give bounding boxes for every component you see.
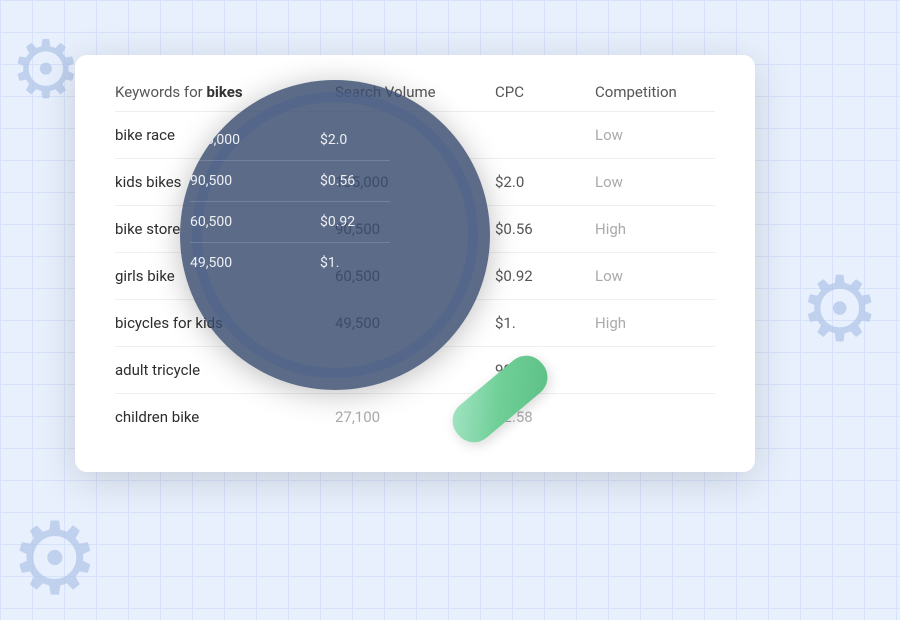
header-competition: Competition (595, 83, 725, 101)
lens-cell-cpc: $1. (320, 255, 390, 271)
lens-row: 135,000 $2.0 (190, 120, 390, 161)
header-cpc: CPC (495, 83, 595, 101)
cell-competition: Low (595, 267, 725, 285)
lens-row: 60,500 $0.92 (190, 202, 390, 243)
cell-competition: Low (595, 126, 725, 144)
lens-cell-cpc: $0.56 (320, 173, 390, 189)
lens-row: 90,500 $0.56 (190, 161, 390, 202)
lens-row: 49,500 $1. (190, 243, 390, 283)
cell-cpc: $0.92 (495, 267, 595, 285)
cell-cpc: $1. (495, 314, 595, 332)
cell-competition: High (595, 314, 725, 332)
lens-cell-cpc: $2.0 (320, 132, 390, 148)
table-row: children bike 27,100 $2.58 (115, 394, 715, 440)
gear-icon-bottom-left: ⚙ (10, 510, 100, 610)
cell-cpc: $0.56 (495, 220, 595, 238)
gear-icon-right: ⚙ (799, 265, 880, 355)
cell-keyword: children bike (115, 408, 335, 426)
lens-cell-volume: 90,500 (190, 173, 320, 189)
cell-cpc: $2.0 (495, 173, 595, 191)
cell-competition: High (595, 220, 725, 238)
cell-competition: Low (595, 173, 725, 191)
lens-table: 135,000 $2.0 90,500 $0.56 60,500 $0.92 4… (190, 120, 390, 283)
lens-cell-volume: 135,000 (190, 132, 320, 148)
lens-cell-cpc: $0.92 (320, 214, 390, 230)
magnifier-content: 135,000 $2.0 90,500 $0.56 60,500 $0.92 4… (180, 80, 490, 390)
magnifier: 135,000 $2.0 90,500 $0.56 60,500 $0.92 4… (180, 80, 490, 390)
lens-cell-volume: 60,500 (190, 214, 320, 230)
magnifier-lens: 135,000 $2.0 90,500 $0.56 60,500 $0.92 4… (180, 80, 490, 390)
lens-cell-volume: 49,500 (190, 255, 320, 271)
gear-icon-top-left: ⚙ (10, 30, 82, 110)
